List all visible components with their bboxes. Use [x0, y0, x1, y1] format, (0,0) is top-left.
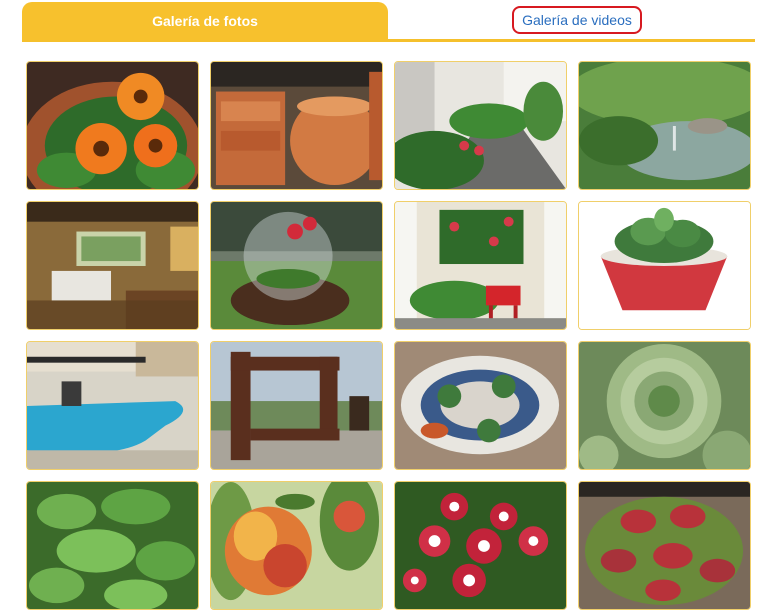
- stone-mosaic-garden-image: [395, 342, 566, 469]
- orange-gerbera-flowers-image: [27, 62, 198, 189]
- photo-thumbnail[interactable]: [26, 341, 199, 470]
- photo-thumbnail[interactable]: [394, 201, 567, 330]
- terracotta-pots-image: [211, 62, 382, 189]
- photo-thumbnail[interactable]: [210, 481, 383, 610]
- tab-video-gallery[interactable]: Galería de videos: [512, 6, 642, 34]
- photo-thumbnail[interactable]: [210, 341, 383, 470]
- covered-terrace-image: [27, 202, 198, 329]
- photo-thumbnail[interactable]: [26, 61, 199, 190]
- photo-thumbnail[interactable]: [578, 61, 751, 190]
- photo-thumbnail[interactable]: [394, 61, 567, 190]
- peach-fruit-image: [211, 482, 382, 609]
- wooden-frame-view-image: [211, 342, 382, 469]
- photo-thumbnail[interactable]: [26, 481, 199, 610]
- photo-thumbnail[interactable]: [394, 481, 567, 610]
- mint-plant-image: [27, 482, 198, 609]
- vertical-garden-red-chair-image: [395, 202, 566, 329]
- dianthus-flowers-image: [395, 482, 566, 609]
- glass-terrarium-image: [211, 202, 382, 329]
- photo-grid: [26, 61, 751, 610]
- garden-path-planting-image: [395, 62, 566, 189]
- pool-garden-image: [27, 342, 198, 469]
- sempervivum-succulent-image: [579, 342, 750, 469]
- gallery-tabs: Galería de fotos Galería de videos: [22, 2, 755, 42]
- succulent-red-bowl-image: [579, 202, 750, 329]
- photo-thumbnail[interactable]: [26, 201, 199, 330]
- pond-garden-image: [579, 62, 750, 189]
- photo-thumbnail[interactable]: [210, 201, 383, 330]
- photo-thumbnail[interactable]: [394, 341, 567, 470]
- photo-thumbnail[interactable]: [578, 481, 751, 610]
- venus-flytrap-image: [579, 482, 750, 609]
- photo-thumbnail[interactable]: [578, 201, 751, 330]
- tab-photo-gallery[interactable]: Galería de fotos: [22, 2, 388, 40]
- photo-thumbnail[interactable]: [210, 61, 383, 190]
- photo-thumbnail[interactable]: [578, 341, 751, 470]
